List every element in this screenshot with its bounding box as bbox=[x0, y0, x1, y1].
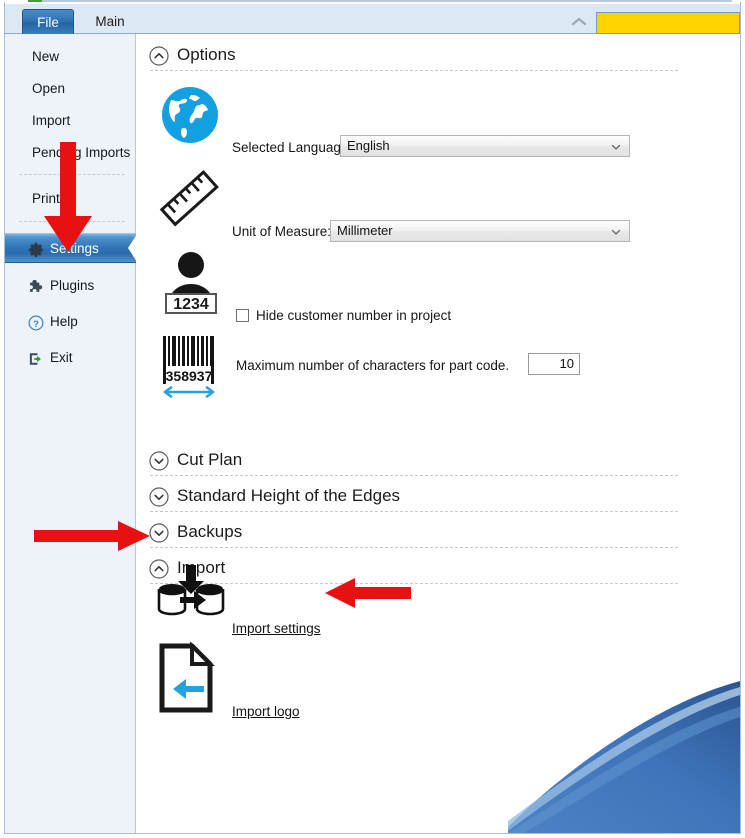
part-code-max-value: 10 bbox=[559, 356, 574, 371]
part-code-max-label: Maximum number of characters for part co… bbox=[236, 358, 510, 373]
sidebar-item-plugins[interactable]: Plugins bbox=[5, 271, 136, 301]
import-logo-link[interactable]: Import logo bbox=[232, 704, 300, 719]
sidebar-divider bbox=[19, 221, 125, 222]
section-header-standard-height[interactable]: Standard Height of the Edges bbox=[136, 483, 682, 513]
chevron-down-icon bbox=[148, 450, 170, 472]
hide-customer-number-label: Hide customer number in project bbox=[256, 308, 452, 323]
sidebar-item-import[interactable]: Import bbox=[5, 106, 136, 136]
import-settings-link[interactable]: Import settings bbox=[232, 621, 321, 636]
language-select[interactable]: English bbox=[340, 135, 630, 157]
sidebar-item-label: Import bbox=[32, 113, 71, 128]
section-divider bbox=[150, 583, 678, 584]
chevron-up-icon bbox=[148, 45, 170, 67]
puzzle-piece-icon bbox=[27, 277, 45, 295]
section-divider bbox=[150, 70, 678, 71]
sidebar-item-print[interactable]: Print bbox=[5, 184, 136, 214]
chevron-down-icon bbox=[148, 486, 170, 508]
section-title: Cut Plan bbox=[177, 450, 243, 469]
sidebar-item-label: New bbox=[32, 49, 60, 64]
chevron-down-icon bbox=[610, 225, 622, 237]
section-header-cut-plan[interactable]: Cut Plan bbox=[136, 447, 682, 477]
section-divider bbox=[150, 511, 678, 512]
sidebar-item-label: Settings bbox=[50, 241, 99, 256]
section-title: Standard Height of the Edges bbox=[177, 486, 401, 505]
chevron-up-icon[interactable] bbox=[569, 13, 589, 31]
document-import-icon bbox=[158, 641, 224, 714]
question-circle-icon: ? bbox=[27, 313, 45, 331]
sidebar-item-new[interactable]: New bbox=[5, 42, 136, 72]
section-header-backups[interactable]: Backups bbox=[136, 519, 682, 549]
unit-of-measure-label: Unit of Measure: bbox=[232, 224, 332, 239]
exit-arrow-icon bbox=[27, 349, 45, 367]
sidebar-item-pending-imports[interactable]: Pending Imports bbox=[5, 138, 136, 168]
decorative-swoosh-graphic bbox=[508, 681, 740, 833]
barcode-icon: 358937 bbox=[158, 330, 228, 400]
gear-icon bbox=[27, 240, 45, 258]
redacted-field[interactable] bbox=[596, 12, 740, 34]
unit-of-measure-value: Millimeter bbox=[337, 223, 393, 238]
tab-file[interactable]: File bbox=[22, 9, 74, 35]
sidebar-item-label: Open bbox=[32, 81, 66, 96]
svg-text:?: ? bbox=[33, 319, 39, 330]
sidebar-item-label: Plugins bbox=[50, 278, 95, 293]
sidebar-item-exit[interactable]: Exit bbox=[5, 343, 136, 373]
globe-icon bbox=[157, 84, 223, 146]
part-code-max-input[interactable]: 10 bbox=[528, 353, 580, 375]
svg-text:1234: 1234 bbox=[173, 296, 209, 313]
tab-main[interactable]: Main bbox=[74, 9, 146, 35]
sidebar-item-help[interactable]: ? Help bbox=[5, 307, 136, 337]
ribbon-tab-strip: File Main bbox=[5, 4, 740, 35]
unit-of-measure-select[interactable]: Millimeter bbox=[330, 220, 630, 242]
database-import-icon bbox=[156, 561, 226, 627]
chevron-down-icon bbox=[148, 522, 170, 544]
customer-number-icon: 1234 bbox=[160, 248, 222, 316]
section-title: Options bbox=[177, 45, 236, 64]
section-divider bbox=[150, 547, 678, 548]
chevron-down-icon bbox=[610, 140, 622, 152]
sidebar-divider bbox=[19, 174, 125, 175]
section-title: Backups bbox=[177, 522, 243, 541]
file-menu-sidebar: New Open Import Pending Imports Print Se… bbox=[5, 34, 137, 833]
section-divider bbox=[150, 475, 678, 476]
sidebar-item-open[interactable]: Open bbox=[5, 74, 136, 104]
sidebar-item-label: Exit bbox=[50, 350, 73, 365]
application-window: File Main New Open Import Pending Import… bbox=[0, 0, 745, 838]
sidebar-item-label: Print bbox=[32, 191, 60, 206]
hide-customer-number-checkbox[interactable] bbox=[236, 309, 249, 322]
section-header-options[interactable]: Options bbox=[136, 42, 682, 72]
language-select-value: English bbox=[347, 138, 390, 153]
selected-language-label: Selected Language: bbox=[232, 140, 353, 155]
sidebar-item-settings[interactable]: Settings bbox=[5, 233, 137, 263]
sidebar-item-label: Pending Imports bbox=[32, 145, 131, 160]
svg-text:358937: 358937 bbox=[166, 368, 213, 384]
ruler-icon bbox=[158, 168, 222, 230]
settings-content-pane: Options Selected Language: English Unit … bbox=[136, 34, 740, 833]
sidebar-item-label: Help bbox=[50, 314, 78, 329]
